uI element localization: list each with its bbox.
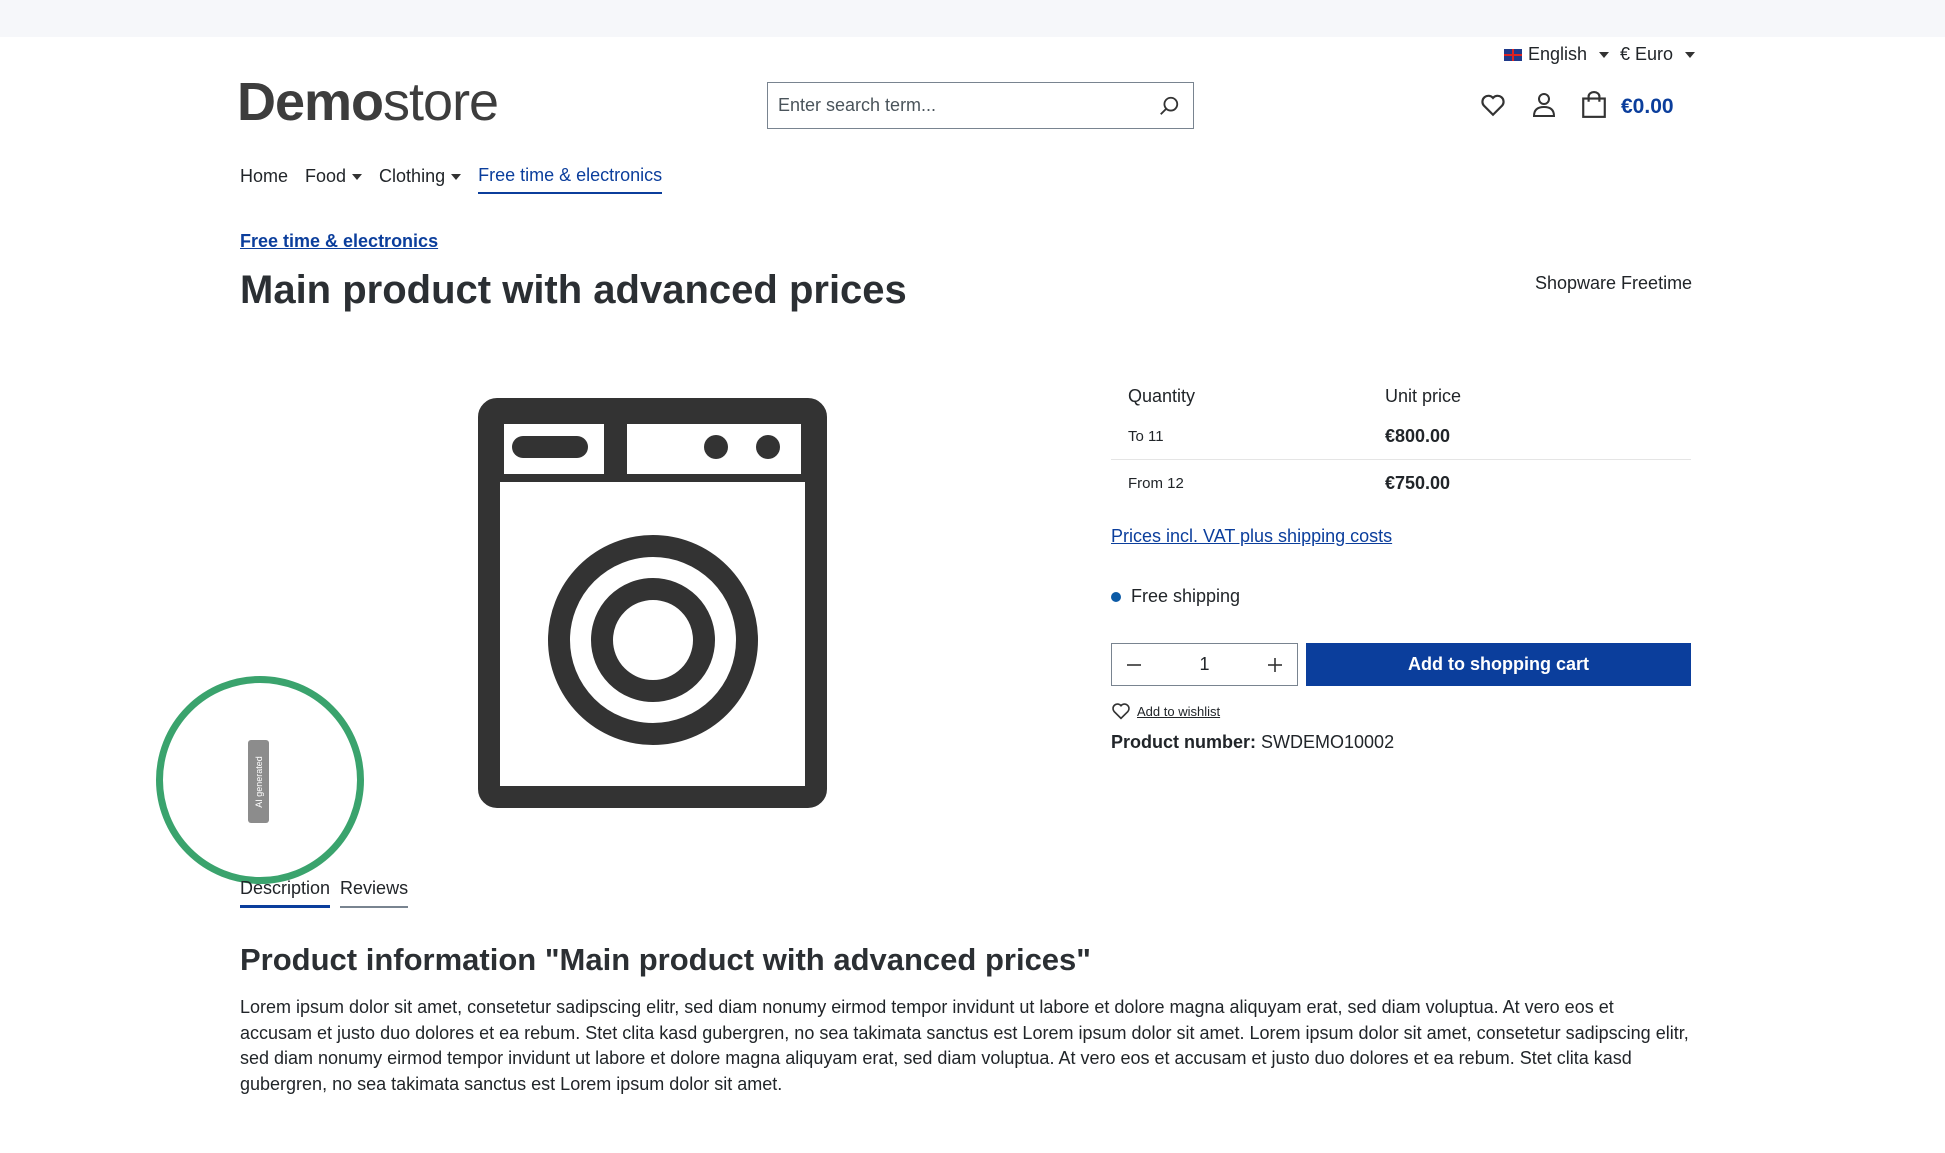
column-header: Unit price <box>1385 385 1462 406</box>
price-table-header: Quantity Unit price <box>1111 378 1691 414</box>
tab-reviews[interactable]: Reviews <box>340 878 409 908</box>
table-row: To 11 €800.00 <box>1111 414 1691 460</box>
uk-flag-icon <box>1504 48 1522 61</box>
search-icon <box>1160 96 1179 115</box>
price-cell: €750.00 <box>1385 472 1451 493</box>
add-to-cart-button[interactable]: Add to shopping cart <box>1306 643 1691 686</box>
tab-description[interactable]: Description <box>240 878 331 908</box>
product-tabs: Description Reviews <box>240 878 409 908</box>
wishlist-button[interactable] <box>1478 90 1508 120</box>
vat-shipping-link[interactable]: Prices incl. VAT plus shipping costs <box>1111 526 1392 547</box>
user-icon <box>1532 93 1556 117</box>
nav-item-home[interactable]: Home <box>240 165 288 194</box>
wishlist-label: Add to wishlist <box>1137 703 1221 719</box>
table-row: From 12 €750.00 <box>1111 460 1691 506</box>
chevron-down-icon <box>1599 51 1610 58</box>
delivery-status-dot <box>1111 591 1121 602</box>
heart-icon <box>1481 94 1505 117</box>
heart-icon <box>1112 703 1130 720</box>
search-input[interactable] <box>768 83 1145 128</box>
ai-generated-label: AI generated <box>253 755 264 808</box>
search-box <box>767 82 1194 129</box>
price-table: Quantity Unit price To 11 €800.00 From 1… <box>1111 378 1691 506</box>
account-button[interactable] <box>1529 90 1559 120</box>
currency-label: € Euro <box>1620 44 1674 64</box>
top-band <box>0 0 1945 37</box>
product-number-label: Product number: <box>1111 732 1257 752</box>
logo[interactable]: Demostore <box>237 72 499 132</box>
description-title: Product information "Main product with a… <box>240 942 1091 977</box>
nav-item-label: Food <box>305 166 347 186</box>
nav-item-label: Clothing <box>379 166 446 186</box>
chevron-down-icon <box>1685 51 1696 58</box>
cart-total[interactable]: €0.00 <box>1621 95 1674 119</box>
breadcrumb[interactable]: Free time & electronics <box>240 231 438 252</box>
quantity-increase-button[interactable] <box>1253 644 1297 685</box>
column-header: Quantity <box>1128 385 1196 406</box>
product-number: Product number: SWDEMO10002 <box>1111 732 1394 753</box>
ai-generated-badge: AI generated <box>248 740 269 823</box>
logo-light: store <box>383 72 499 132</box>
delivery-info: Free shipping <box>1111 586 1240 607</box>
language-label: English <box>1528 44 1588 64</box>
cart-button[interactable] <box>1579 90 1609 120</box>
quantity-cell: From 12 <box>1128 474 1184 492</box>
quantity-stepper: 1 <box>1111 643 1298 686</box>
washing-machine-icon <box>478 398 827 808</box>
minus-icon <box>1127 663 1141 666</box>
search-button[interactable] <box>1145 83 1193 128</box>
bag-icon <box>1582 91 1606 118</box>
chevron-down-icon <box>451 173 462 180</box>
manufacturer[interactable]: Shopware Freetime <box>1535 273 1692 294</box>
nav-item-free-time-electronics[interactable]: Free time & electronics <box>478 165 663 194</box>
add-to-wishlist-link[interactable]: Add to wishlist <box>1111 702 1220 720</box>
logo-bold: Demo <box>237 72 384 132</box>
quantity-cell: To 11 <box>1128 428 1164 445</box>
product-number-value: SWDEMO10002 <box>1261 732 1395 752</box>
quantity-value[interactable]: 1 <box>1156 654 1253 675</box>
delivery-label: Free shipping <box>1131 586 1241 606</box>
page-title: Main product with advanced prices <box>240 268 907 312</box>
nav-item-label: Free time & electronics <box>478 165 663 185</box>
nav-item-clothing[interactable]: Clothing <box>379 165 462 194</box>
language-switcher[interactable]: English <box>1504 44 1610 65</box>
description-text: Lorem ipsum dolor sit amet, consetetur s… <box>240 997 1689 1094</box>
nav-item-food[interactable]: Food <box>305 165 363 194</box>
nav-item-label: Home <box>240 166 289 186</box>
currency-switcher[interactable]: € Euro <box>1620 44 1696 65</box>
main-navigation: Home Food Clothing Free time & electroni… <box>240 165 679 194</box>
quantity-decrease-button[interactable] <box>1112 644 1156 685</box>
price-cell: €800.00 <box>1385 426 1451 446</box>
plus-icon <box>1268 657 1282 672</box>
chevron-down-icon <box>352 173 363 180</box>
